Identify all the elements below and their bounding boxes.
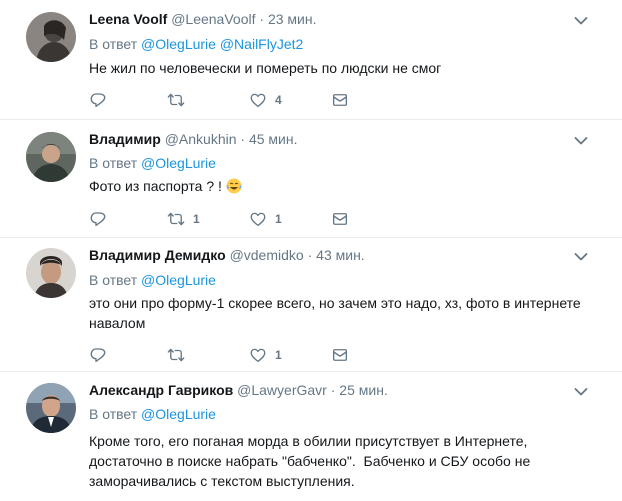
tweet-header: Leena Voolf @LeenaVoolf · 23 мин.: [89, 11, 316, 27]
author-name[interactable]: Владимир: [89, 131, 161, 147]
reply-icon: [89, 91, 107, 109]
retweet-icon: [167, 210, 185, 228]
mention-link[interactable]: @OlegLurie: [141, 272, 216, 288]
like-count: 4: [275, 93, 282, 107]
envelope-icon: [331, 346, 349, 364]
timestamp[interactable]: 45 мин.: [249, 131, 298, 147]
separator-dot: ·: [240, 131, 246, 147]
like-count: 1: [275, 212, 282, 226]
tweet-text-line: навалом: [89, 315, 146, 331]
reply-prefix: В ответ: [89, 272, 138, 288]
timestamp[interactable]: 25 мин.: [339, 382, 388, 398]
author-handle[interactable]: @LeenaVoolf: [171, 11, 255, 27]
tweet-header: Владимир Демидко @vdemidko · 43 мин.: [89, 247, 365, 263]
reply-context: В ответ @OlegLurie: [89, 272, 216, 288]
author-name[interactable]: Leena Voolf: [89, 11, 167, 27]
tweet-text-line: Кроме того, его поганая морда в обилии п…: [89, 433, 528, 449]
mention-link[interactable]: @OlegLurie: [141, 155, 216, 171]
mention-link[interactable]: @OlegLurie: [141, 36, 216, 52]
tweet-text-line: это они про форму-1 скорее всего, но зач…: [89, 295, 581, 311]
mention-link[interactable]: @NailFlyJet2: [220, 36, 303, 52]
author-name[interactable]: Александр Гавриков: [89, 382, 233, 398]
timestamp[interactable]: 43 мин.: [316, 247, 365, 263]
retweet-icon: [167, 91, 185, 109]
envelope-icon: [331, 91, 349, 109]
reply-prefix: В ответ: [89, 155, 138, 171]
mention-link[interactable]: @OlegLurie: [141, 406, 216, 422]
heart-icon: [249, 91, 267, 109]
author-handle[interactable]: @Ankukhin: [165, 131, 237, 147]
avatar[interactable]: [26, 132, 76, 182]
like-button[interactable]: 4: [249, 90, 282, 110]
avatar[interactable]: [26, 12, 76, 62]
tweet-text-content: Фото из паспорта ? !: [89, 178, 222, 194]
avatar[interactable]: [26, 248, 76, 298]
reply-context: В ответ @OlegLurie: [89, 155, 216, 171]
tweet-header: Александр Гавриков @LawyerGavr · 25 мин.: [89, 382, 388, 398]
retweet-button[interactable]: 1: [167, 209, 200, 229]
reply-icon: [89, 346, 107, 364]
retweet-button[interactable]: [167, 90, 193, 110]
reply-prefix: В ответ: [89, 406, 138, 422]
tweet-text: Фото из паспорта ? !: [89, 176, 569, 196]
retweet-button[interactable]: [167, 345, 193, 365]
tweet-text: Кроме того, его поганая морда в обилии п…: [89, 431, 599, 491]
author-handle[interactable]: @LawyerGavr: [237, 382, 327, 398]
tweet[interactable]: Leena Voolf @LeenaVoolf · 23 мин. В отве…: [0, 0, 622, 120]
tweet[interactable]: Александр Гавриков @LawyerGavr · 25 мин.…: [0, 372, 622, 501]
author-name[interactable]: Владимир Демидко: [89, 247, 226, 263]
dm-button[interactable]: [331, 209, 349, 229]
reply-prefix: В ответ: [89, 36, 138, 52]
separator-dot: ·: [259, 11, 265, 27]
tweet-text: это они про форму-1 скорее всего, но зач…: [89, 293, 599, 333]
reply-context: В ответ @OlegLurie @NailFlyJet2: [89, 36, 303, 52]
like-button[interactable]: 1: [249, 209, 282, 229]
reply-button[interactable]: [89, 209, 107, 229]
like-count: 1: [275, 348, 282, 362]
like-button[interactable]: 1: [249, 345, 282, 365]
tweet-header: Владимир @Ankukhin · 45 мин.: [89, 131, 298, 147]
author-handle[interactable]: @vdemidko: [230, 247, 304, 263]
tweet[interactable]: Владимир Демидко @vdemidko · 43 мин. В о…: [0, 238, 622, 372]
retweet-icon: [167, 346, 185, 364]
retweet-count: 1: [193, 212, 200, 226]
face-with-tears-of-joy-icon: [226, 178, 242, 194]
envelope-icon: [331, 210, 349, 228]
tweet-text-line: достаточно в поиске набрать "бабченко". …: [89, 453, 531, 469]
reply-button[interactable]: [89, 345, 107, 365]
heart-icon: [249, 346, 267, 364]
chevron-down-icon[interactable]: [574, 136, 588, 146]
reply-icon: [89, 210, 107, 228]
avatar[interactable]: [26, 383, 76, 433]
dm-button[interactable]: [331, 345, 349, 365]
chevron-down-icon[interactable]: [574, 252, 588, 262]
tweet-text-line: заморачивались с текстом выступления.: [89, 473, 355, 489]
separator-dot: ·: [307, 247, 313, 263]
dm-button[interactable]: [331, 90, 349, 110]
reply-context: В ответ @OlegLurie: [89, 406, 216, 422]
chevron-down-icon[interactable]: [574, 387, 588, 397]
timestamp[interactable]: 23 мин.: [268, 11, 317, 27]
reply-button[interactable]: [89, 90, 107, 110]
separator-dot: ·: [330, 382, 336, 398]
chevron-down-icon[interactable]: [574, 16, 588, 26]
tweet[interactable]: Владимир @Ankukhin · 45 мин. В ответ @Ol…: [0, 120, 622, 238]
heart-icon: [249, 210, 267, 228]
tweet-text: Не жил по человечески и помереть по людс…: [89, 60, 442, 76]
